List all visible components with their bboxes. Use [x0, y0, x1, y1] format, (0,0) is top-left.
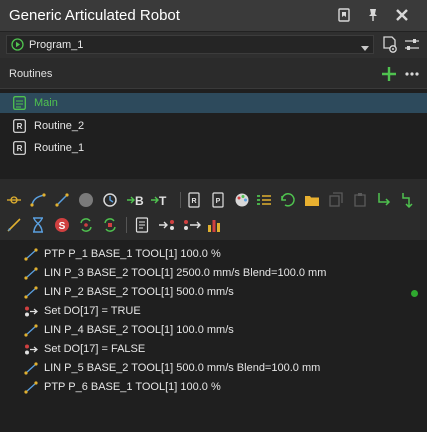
- play-icon: [11, 38, 24, 54]
- program-call-icon[interactable]: P: [210, 192, 226, 208]
- measure-icon[interactable]: [6, 217, 22, 233]
- status-indicator: [411, 290, 418, 297]
- routine-icon: R: [13, 119, 26, 136]
- point-to-point-icon[interactable]: [6, 192, 22, 208]
- branch-down-icon[interactable]: [376, 192, 392, 208]
- linear-motion-icon[interactable]: [54, 192, 70, 208]
- sliders-icon[interactable]: [403, 36, 421, 54]
- program-name: Program_1: [29, 39, 84, 51]
- lin-motion-icon: [24, 324, 38, 337]
- digital-output-set-icon[interactable]: [158, 217, 178, 233]
- call-routine-icon[interactable]: R: [186, 192, 202, 208]
- branch-right-icon[interactable]: [400, 192, 416, 208]
- stop-sign-icon[interactable]: S: [54, 217, 70, 233]
- hourglass-icon[interactable]: [30, 217, 46, 233]
- command-row[interactable]: PTP P_1 BASE_1 TOOL[1] 100.0 %: [0, 245, 427, 264]
- refresh-clock-icon[interactable]: [102, 192, 118, 208]
- command-text: Set DO[17] = FALSE: [44, 343, 146, 355]
- svg-text:S: S: [59, 221, 66, 232]
- lin-motion-icon: [24, 267, 38, 280]
- routine-label: Routine_1: [34, 142, 85, 154]
- routines-title: Routines: [9, 68, 53, 80]
- stop-icon[interactable]: [78, 192, 94, 208]
- palette-icon[interactable]: [234, 192, 250, 208]
- command-row[interactable]: LIN P_2 BASE_2 TOOL[1] 500.0 mm/s: [0, 283, 427, 302]
- loop-icon[interactable]: [280, 192, 296, 208]
- window-titlebar: Generic Articulated Robot: [0, 0, 427, 32]
- routine-label: Main: [34, 97, 58, 109]
- routine-item-routine-1[interactable]: R Routine_1: [0, 138, 427, 158]
- svg-text:P: P: [216, 198, 221, 205]
- command-text: PTP P_6 BASE_1 TOOL[1] 100.0 %: [44, 381, 221, 393]
- command-text: LIN P_4 BASE_2 TOOL[1] 100.0 mm/s: [44, 324, 234, 336]
- routine-icon: R: [13, 141, 26, 158]
- ptp-motion-icon: [24, 248, 38, 261]
- toolbar-divider: [126, 217, 127, 233]
- main-routine-icon: [13, 96, 26, 113]
- routine-label: Routine_2: [34, 120, 85, 132]
- window-title: Generic Articulated Robot: [9, 7, 180, 24]
- command-text: LIN P_5 BASE_2 TOOL[1] 500.0 mm/s Blend=…: [44, 362, 321, 374]
- command-toolbar: B T R P S: [0, 183, 427, 239]
- command-row[interactable]: LIN P_4 BASE_2 TOOL[1] 100.0 mm/s: [0, 321, 427, 340]
- command-text: LIN P_3 BASE_2 TOOL[1] 2500.0 mm/s Blend…: [44, 267, 327, 279]
- routine-item-main[interactable]: Main: [0, 93, 427, 113]
- program-dropdown[interactable]: Program_1: [6, 35, 374, 54]
- lin-motion-icon: [24, 286, 38, 299]
- lin-motion-icon: [24, 362, 38, 375]
- command-text: LIN P_2 BASE_2 TOOL[1] 500.0 mm/s: [44, 286, 234, 298]
- sync-icon[interactable]: [78, 217, 94, 233]
- digital-input-wait-icon[interactable]: [182, 217, 202, 233]
- set-base-icon[interactable]: B: [126, 192, 146, 208]
- svg-text:R: R: [17, 144, 23, 153]
- command-row[interactable]: LIN P_5 BASE_2 TOOL[1] 500.0 mm/s Blend=…: [0, 359, 427, 378]
- digital-output-icon: [24, 343, 38, 356]
- program-settings-icon[interactable]: [381, 36, 399, 54]
- pin-icon[interactable]: [364, 6, 382, 24]
- digital-output-icon: [24, 305, 38, 318]
- bar-chart-icon[interactable]: [206, 217, 222, 233]
- command-row[interactable]: PTP P_6 BASE_1 TOOL[1] 100.0 %: [0, 378, 427, 397]
- set-tool-icon[interactable]: T: [150, 192, 170, 208]
- bookmark-icon[interactable]: [335, 6, 353, 24]
- toolbar-divider: [180, 192, 181, 208]
- routines-list: Main R Routine_2 R Routine_1: [0, 89, 427, 179]
- close-icon[interactable]: [393, 6, 411, 24]
- chevron-down-icon: [361, 42, 369, 54]
- list-check-icon[interactable]: [256, 192, 272, 208]
- command-list: PTP P_1 BASE_1 TOOL[1] 100.0 % LIN P_3 B…: [0, 240, 427, 432]
- svg-text:R: R: [191, 198, 196, 205]
- copy-disabled-icon[interactable]: [328, 192, 344, 208]
- command-text: PTP P_1 BASE_1 TOOL[1] 100.0 %: [44, 248, 221, 260]
- routine-item-routine-2[interactable]: R Routine_2: [0, 116, 427, 136]
- add-routine-button[interactable]: [380, 65, 398, 83]
- ptp-motion-icon: [24, 381, 38, 394]
- svg-text:R: R: [17, 122, 23, 131]
- svg-text:B: B: [135, 194, 144, 208]
- command-text: Set DO[17] = TRUE: [44, 305, 141, 317]
- svg-text:T: T: [159, 194, 167, 208]
- program-row: Program_1: [0, 32, 427, 58]
- command-row[interactable]: LIN P_3 BASE_2 TOOL[1] 2500.0 mm/s Blend…: [0, 264, 427, 283]
- paste-disabled-icon[interactable]: [352, 192, 368, 208]
- sync-stop-icon[interactable]: [102, 217, 118, 233]
- circular-motion-icon[interactable]: [30, 192, 46, 208]
- routines-header: Routines: [0, 60, 427, 89]
- folder-icon[interactable]: [304, 192, 320, 208]
- more-options-icon[interactable]: [403, 65, 421, 83]
- command-row[interactable]: Set DO[17] = FALSE: [0, 340, 427, 359]
- command-row[interactable]: Set DO[17] = TRUE: [0, 302, 427, 321]
- comment-icon[interactable]: [134, 217, 150, 233]
